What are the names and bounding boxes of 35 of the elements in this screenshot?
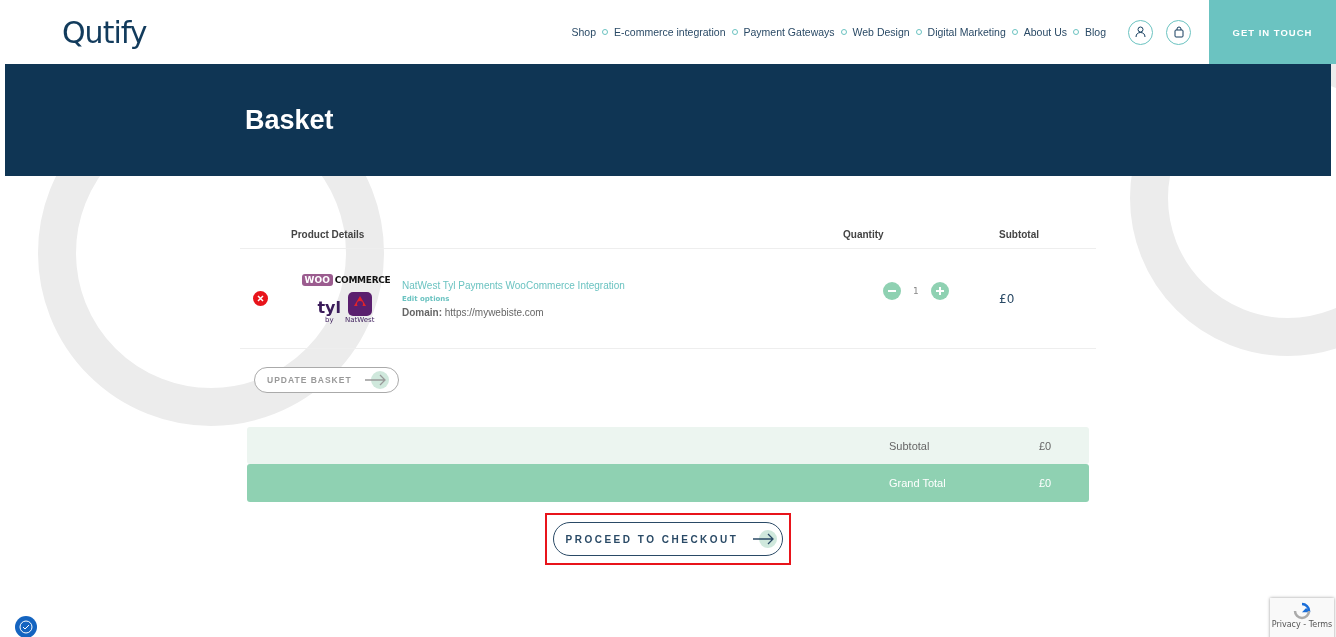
recaptcha-icon bbox=[1293, 602, 1311, 620]
nav-link[interactable]: Shop bbox=[571, 26, 597, 38]
logo[interactable]: Qutify bbox=[62, 14, 147, 50]
user-icon bbox=[1135, 26, 1146, 38]
total-value: £0 bbox=[1039, 439, 1053, 452]
column-header: Quantity bbox=[843, 228, 885, 240]
basket-button[interactable] bbox=[1166, 19, 1191, 45]
account-button[interactable] bbox=[1128, 19, 1153, 45]
brand-logo-text: COMMERCE bbox=[334, 274, 391, 285]
recaptcha-links[interactable]: Privacy - Terms bbox=[1271, 620, 1333, 629]
nav-link[interactable]: Payment Gateways bbox=[743, 26, 835, 38]
domain-text: Domain: https://mywebiste.com bbox=[402, 306, 545, 318]
page-title: Basket bbox=[245, 104, 334, 136]
brand-logo-text: WOO bbox=[301, 273, 333, 286]
total-label: Grand Total bbox=[889, 477, 947, 489]
accessibility-button[interactable] bbox=[15, 616, 37, 637]
nav-link[interactable]: E-commerce integration bbox=[614, 26, 726, 38]
column-header: Product Details bbox=[290, 228, 366, 240]
total-label: Subtotal bbox=[889, 439, 931, 452]
arrow-icon bbox=[750, 529, 779, 549]
nav-link[interactable]: Web Design bbox=[852, 26, 910, 38]
column-header: Subtotal bbox=[999, 228, 1040, 240]
minus-icon bbox=[888, 289, 896, 292]
nav-link[interactable]: About Us bbox=[1023, 26, 1067, 38]
checkout-button[interactable]: PROCEED TO CHECKOUT bbox=[552, 522, 784, 556]
total-value: £0 bbox=[1039, 477, 1053, 489]
nav-link[interactable]: Digital Marketing bbox=[927, 26, 1006, 38]
nav-link[interactable]: Blog bbox=[1085, 26, 1106, 38]
subtotal-value: £0 bbox=[999, 291, 1016, 306]
close-icon bbox=[257, 295, 264, 302]
plus-icon bbox=[935, 286, 944, 295]
remove-button[interactable] bbox=[253, 291, 268, 306]
brand-logo-text: tyl bbox=[317, 299, 342, 316]
bag-icon bbox=[1173, 26, 1184, 38]
quantity-value: 1 bbox=[913, 285, 919, 296]
